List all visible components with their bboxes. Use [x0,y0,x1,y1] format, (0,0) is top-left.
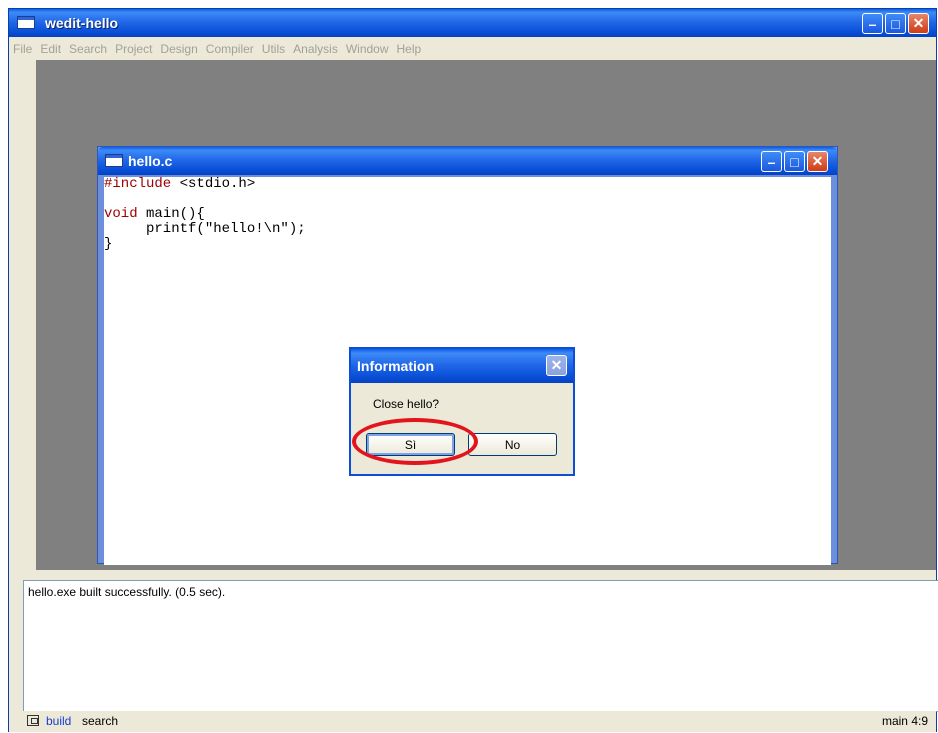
menu-project[interactable]: Project [111,37,156,56]
close-icon[interactable]: ✕ [546,355,567,376]
menu-bar: File Edit Search Project Design Compiler Utils… [9,37,936,59]
menu-design[interactable]: Design [156,37,201,56]
menu-utils[interactable]: Utils [258,37,289,56]
window-icon [105,154,123,167]
code-line: #include <stdio.h> [104,177,831,192]
information-dialog: Information ✕ Close hello? Sì No [349,347,575,476]
close-icon[interactable]: ✕ [807,151,828,172]
code-text: <stdio.h> [171,176,256,192]
code-keyword: void [104,206,138,222]
dialog-title: Information [357,358,434,374]
editor-title-bar[interactable]: hello.c – □ ✕ [98,147,837,175]
dialog-message: Close hello? [373,397,440,411]
maximize-icon[interactable]: □ [885,13,906,34]
menu-analysis[interactable]: Analysis [289,37,342,56]
menu-compiler[interactable]: Compiler [202,37,258,56]
tab-build[interactable]: build [46,714,71,728]
menu-edit[interactable]: Edit [36,37,65,56]
code-text: main(){ [137,206,205,222]
yes-button[interactable]: Sì [366,433,455,456]
menu-window[interactable]: Window [342,37,393,56]
menu-help[interactable]: Help [393,37,426,56]
code-line: void main(){ [104,207,831,222]
menu-file[interactable]: File [9,37,36,56]
code-line: printf("hello!\n"); [104,222,831,237]
minimize-icon[interactable]: – [862,13,883,34]
tab-search[interactable]: search [82,714,118,728]
editor-title: hello.c [128,153,173,169]
dialog-title-bar[interactable]: Information ✕ [351,349,573,383]
status-bar: build search main 4:9 [9,711,936,732]
minimize-icon[interactable]: – [761,151,782,172]
main-title-bar[interactable]: wedit-hello – □ ✕ [9,9,936,37]
code-text: } [104,236,113,252]
menu-search[interactable]: Search [65,37,111,56]
main-window-title: wedit-hello [45,15,119,31]
pane-icon[interactable] [27,715,39,726]
code-line: } [104,237,831,252]
code-text: printf("hello!\n"); [104,221,306,237]
code-keyword: #include [104,176,172,192]
cursor-position: main 4:9 [881,714,928,728]
window-icon [17,16,35,29]
maximize-icon[interactable]: □ [784,151,805,172]
output-text: hello.exe built successfully. (0.5 sec). [28,585,226,599]
close-icon[interactable]: ✕ [908,13,929,34]
no-button[interactable]: No [468,433,557,456]
output-panel[interactable]: hello.exe built successfully. (0.5 sec). [23,580,938,712]
